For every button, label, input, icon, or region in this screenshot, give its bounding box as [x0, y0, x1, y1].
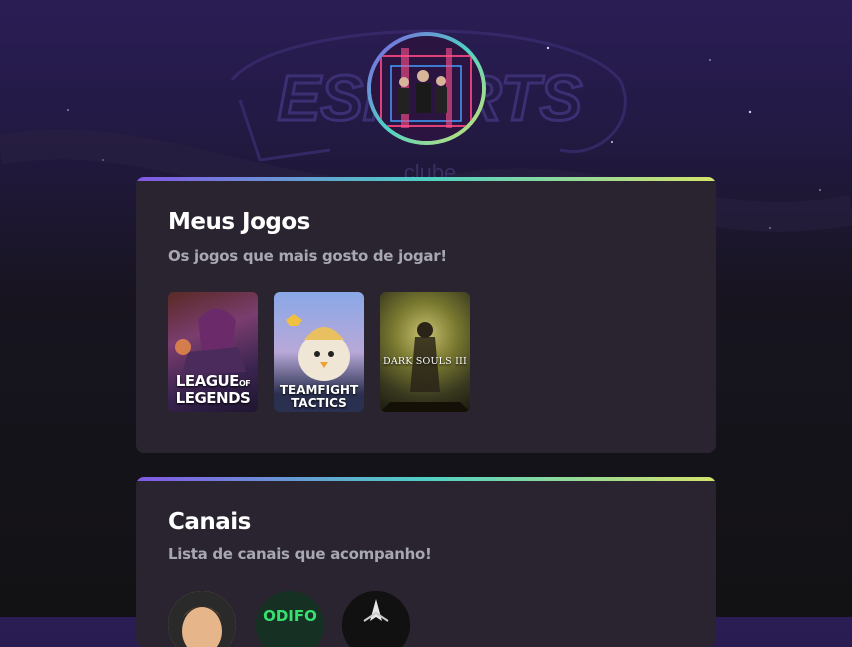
channel-2-label: ODIFO	[263, 607, 317, 625]
tft-label-line1: TEAMFIGHT	[279, 383, 359, 397]
lol-label-line2: LEGENDS	[175, 389, 251, 407]
game-league-of-legends[interactable]: LEAGUEOF LEGENDS	[168, 292, 258, 412]
lol-label-line1: LEAGUE	[175, 372, 240, 390]
channels-title: Canais	[168, 509, 251, 535]
channel-avatar-1[interactable]	[168, 591, 236, 647]
channels-subtitle: Lista de canais que acompanho!	[168, 545, 432, 563]
games-card: Meus Jogos Os jogos que mais gosto de jo…	[136, 177, 716, 453]
profile-avatar	[367, 32, 486, 145]
games-subtitle: Os jogos que mais gosto de jogar!	[168, 247, 447, 265]
channel-avatar-3[interactable]	[342, 591, 410, 647]
games-title: Meus Jogos	[168, 209, 310, 235]
channel-avatar-2[interactable]: ODIFO	[256, 591, 324, 647]
lol-label-of: OF	[238, 379, 251, 388]
game-teamfight-tactics[interactable]: TEAMFIGHT TACTICS	[274, 292, 364, 412]
tft-label-line2: TACTICS	[291, 396, 347, 410]
channels-card: Canais Lista de canais que acompanho! OD…	[136, 477, 716, 647]
ds3-label: DARK SOULS III	[383, 356, 467, 367]
game-dark-souls-iii[interactable]: DARK SOULS III	[380, 292, 470, 412]
avatar-photo	[371, 36, 482, 141]
